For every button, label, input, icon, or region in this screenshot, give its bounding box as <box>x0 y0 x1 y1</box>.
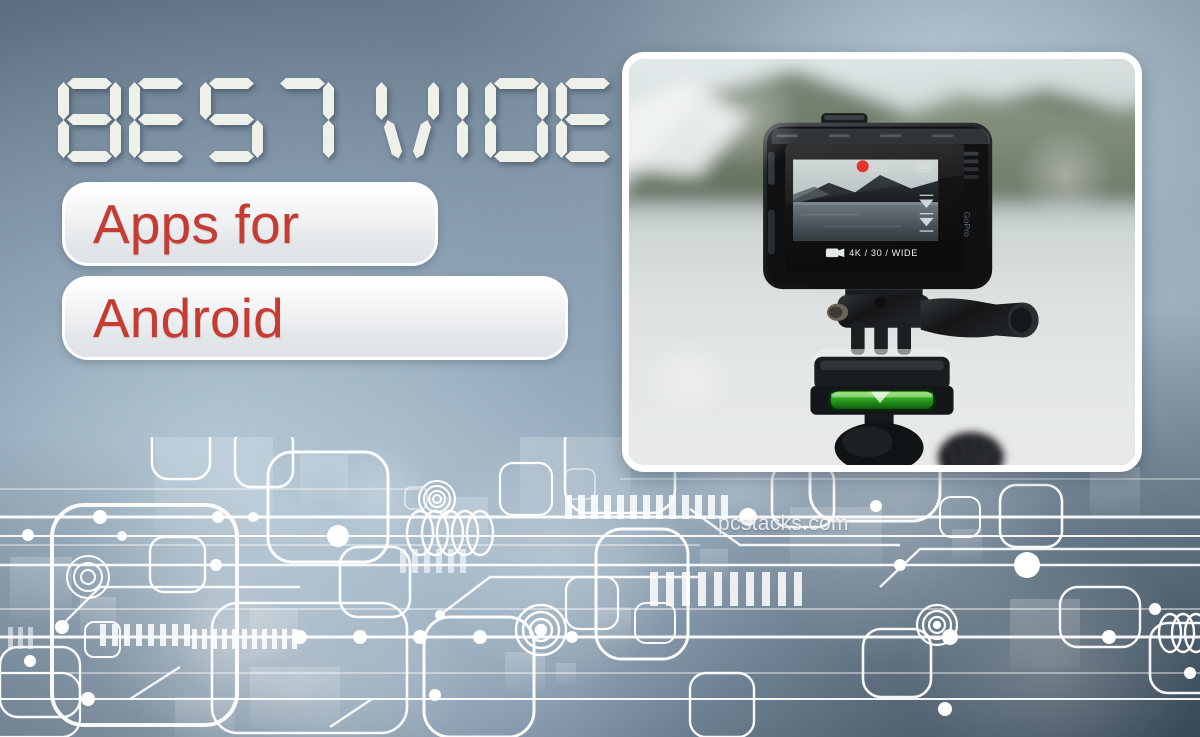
hero-photo: GoPro 0:22 4K / 30 / WIDE <box>629 59 1135 465</box>
seg-char-V <box>376 78 439 162</box>
seg-char-T <box>271 78 334 162</box>
tagline-text-secondary: Android <box>93 286 284 349</box>
site-watermark: pcstacks.com <box>718 512 849 535</box>
svg-text:4K / 30 / WIDE: 4K / 30 / WIDE <box>849 248 918 258</box>
seg-char-D <box>485 78 548 162</box>
hero-photo-card: GoPro 0:22 4K / 30 / WIDE <box>622 52 1142 472</box>
seg-char-E <box>129 78 192 162</box>
seg-char-S <box>200 78 263 162</box>
promo-banner: Apps for Android GoPro 0:22 4K / 30 / WI… <box>0 0 1200 737</box>
seg-char-I <box>447 78 477 162</box>
tagline-text-primary: Apps for <box>93 192 300 255</box>
tagline-box-primary: Apps for <box>62 182 438 266</box>
headline-word-best <box>58 78 342 162</box>
seg-char-B <box>58 78 121 162</box>
tagline-box-secondary: Android <box>62 276 568 360</box>
page-title <box>58 78 698 162</box>
circuit-pattern <box>0 437 1200 737</box>
seg-char-E2 <box>556 78 619 162</box>
